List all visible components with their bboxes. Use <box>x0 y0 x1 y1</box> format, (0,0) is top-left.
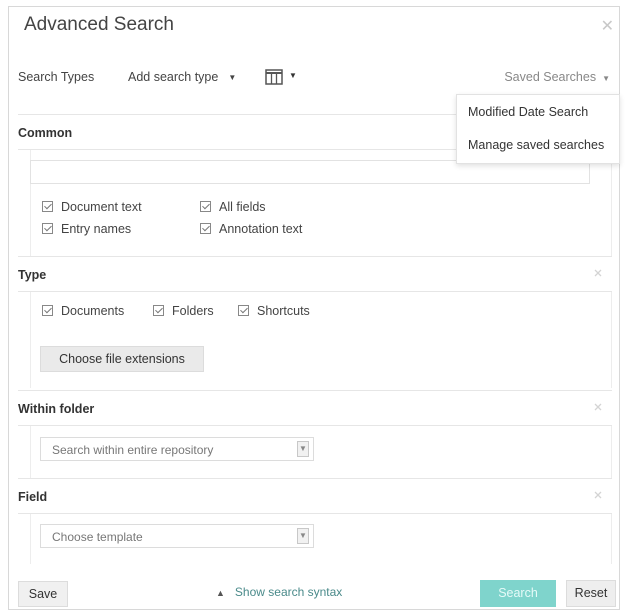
section-title-common: Common <box>18 126 73 140</box>
checkbox-label: Document text <box>61 200 142 214</box>
section-title-field: Field <box>18 490 48 504</box>
show-search-syntax-link[interactable]: ▲ Show search syntax <box>216 585 342 599</box>
checkbox-label: Documents <box>61 304 125 318</box>
checkbox-checked-icon <box>153 305 164 316</box>
checkbox-checked-icon <box>42 223 53 234</box>
collapse-icon[interactable] <box>592 489 604 501</box>
show-search-syntax-label: Show search syntax <box>234 585 343 599</box>
add-search-type-dropdown[interactable]: Add search type ▼ <box>128 70 236 84</box>
saved-searches-label: Saved Searches <box>504 70 597 84</box>
collapse-icon[interactable] <box>592 401 604 413</box>
save-button[interactable]: Save <box>18 581 68 607</box>
choose-file-extensions-button[interactable]: Choose file extensions <box>40 346 204 372</box>
checkbox-checked-icon <box>42 305 53 316</box>
checkbox-label: Shortcuts <box>257 304 310 318</box>
type-section-header[interactable]: Type <box>18 256 612 292</box>
search-types-label: Search Types <box>18 70 95 84</box>
saved-searches-menu: Modified Date Search Manage saved search… <box>456 94 620 164</box>
chevron-down-icon: ▼ <box>602 74 610 83</box>
checkbox-label: Annotation text <box>219 222 303 236</box>
reset-button[interactable]: Reset <box>566 580 616 607</box>
checkbox-documents[interactable]: Documents <box>42 304 124 318</box>
chevron-down-icon: ▼ <box>289 71 297 80</box>
folder-select[interactable]: Search within entire repository ▼ <box>40 437 314 461</box>
saved-searches-dropdown[interactable]: Saved Searches ▼ <box>504 70 610 84</box>
checkbox-checked-icon <box>238 305 249 316</box>
chevron-up-icon: ▲ <box>216 588 225 598</box>
template-select[interactable]: Choose template ▼ <box>40 524 314 548</box>
checkbox-checked-icon <box>200 223 211 234</box>
checkbox-label: Entry names <box>61 222 132 236</box>
folder-select-value: Search within entire repository <box>52 443 214 457</box>
checkbox-checked-icon <box>200 201 211 212</box>
template-select-value: Choose template <box>52 530 143 544</box>
columns-button[interactable]: ▼ <box>265 68 305 88</box>
section-title-within-folder: Within folder <box>18 402 95 416</box>
chevron-down-icon: ▼ <box>297 528 309 544</box>
chevron-down-icon: ▼ <box>228 73 237 83</box>
search-toolbar: Search Types Add search type ▼ ▼ Saved Se… <box>18 66 612 90</box>
collapse-icon[interactable] <box>592 267 604 279</box>
checkbox-shortcuts[interactable]: Shortcuts <box>238 304 310 318</box>
checkbox-label: All fields <box>219 200 266 214</box>
section-title-type: Type <box>18 268 47 282</box>
chevron-down-icon: ▼ <box>297 441 309 457</box>
checkbox-document-text[interactable]: Document text <box>42 200 142 214</box>
add-search-type-label: Add search type <box>128 70 219 84</box>
menu-item-modified-date-search[interactable]: Modified Date Search <box>468 105 588 119</box>
dialog-title: Advanced Search <box>24 14 174 35</box>
field-section-header[interactable]: Field <box>18 478 612 514</box>
checkbox-checked-icon <box>42 201 53 212</box>
checkbox-all-fields[interactable]: All fields <box>200 200 266 214</box>
checkbox-label: Folders <box>172 304 214 318</box>
columns-icon <box>265 69 283 85</box>
within-folder-section-header[interactable]: Within folder <box>18 390 612 426</box>
close-icon[interactable]: ✕ <box>601 16 614 36</box>
checkbox-annotation-text[interactable]: Annotation text <box>200 222 302 236</box>
checkbox-folders[interactable]: Folders <box>153 304 214 318</box>
menu-item-manage-saved-searches[interactable]: Manage saved searches <box>468 138 604 152</box>
checkbox-entry-names[interactable]: Entry names <box>42 222 131 236</box>
search-button[interactable]: Search <box>480 580 556 607</box>
